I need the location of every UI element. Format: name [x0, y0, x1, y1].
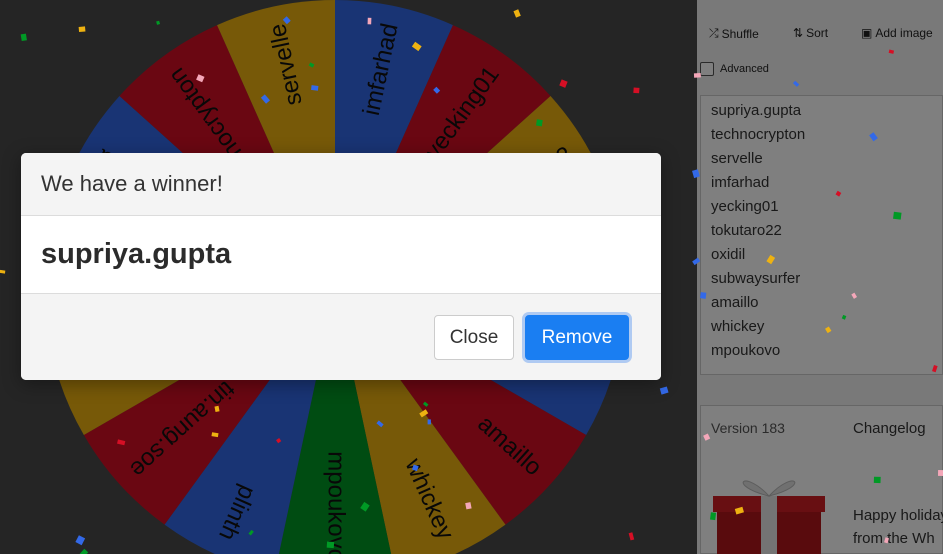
dialog-body: supriya.gupta — [21, 216, 661, 294]
winner-name: supriya.gupta — [41, 238, 232, 270]
close-button[interactable]: Close — [434, 315, 514, 360]
dialog-header: We have a winner! — [21, 153, 661, 216]
dialog-footer: Close Remove — [21, 294, 661, 380]
remove-button[interactable]: Remove — [525, 315, 629, 360]
winner-dialog: We have a winner! supriya.gupta Close Re… — [21, 153, 661, 380]
dialog-title: We have a winner! — [41, 171, 223, 196]
app-stage: imfarhadyecking01tokutaro22oxidilsubways… — [0, 0, 943, 554]
